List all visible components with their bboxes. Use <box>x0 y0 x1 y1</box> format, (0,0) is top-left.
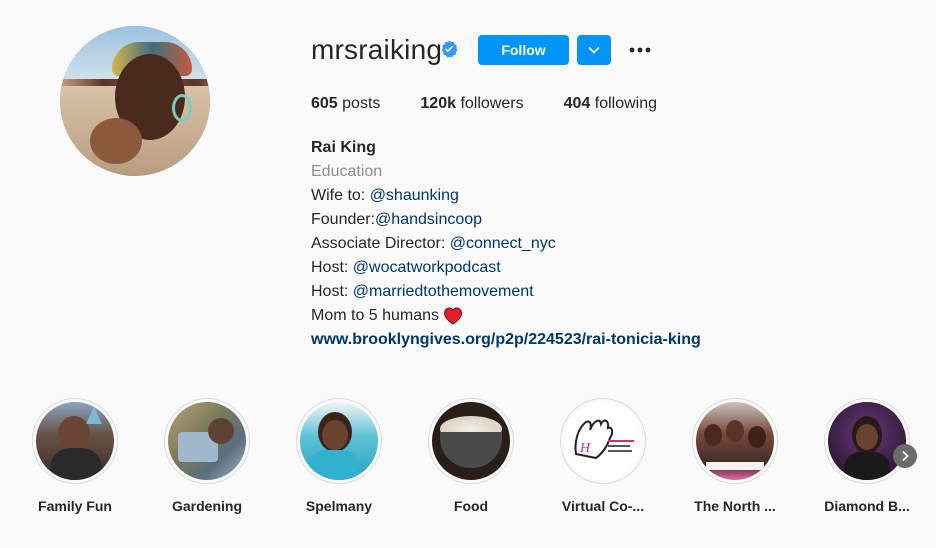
avatar-earring <box>172 94 192 122</box>
highlight-ring <box>824 398 910 484</box>
bio-line: Host: @wocatworkpodcast <box>311 256 701 280</box>
highlight-item[interactable]: Family Fun <box>10 398 140 514</box>
highlight-label: Food <box>453 498 489 514</box>
bio-line: Mom to 5 humans <box>311 304 701 328</box>
profile-avatar[interactable] <box>60 26 210 176</box>
bio-line: Wife to: @shaunking <box>311 184 701 208</box>
heart-emoji-icon <box>444 307 463 325</box>
posts-label: posts <box>342 95 381 112</box>
bio-line-text: Associate Director: <box>311 235 450 252</box>
highlight-cover-image: H <box>564 402 642 480</box>
chevron-down-icon <box>588 46 600 54</box>
bio-line: Associate Director: @connect_nyc <box>311 232 701 256</box>
highlight-ring <box>296 398 382 484</box>
mention-link[interactable]: @wocatworkpodcast <box>353 259 501 276</box>
bio-line-text: Host: <box>311 283 353 300</box>
followers-stat[interactable]: 120k followers <box>420 95 523 113</box>
verified-badge-icon <box>441 40 458 58</box>
highlight-label: Spelmany <box>305 498 373 514</box>
highlight-cover-image <box>696 402 774 480</box>
bio-line: Founder:@handsincoop <box>311 208 701 232</box>
highlights-next-button[interactable] <box>893 444 917 468</box>
highlight-cover-image <box>168 402 246 480</box>
followers-count: 120k <box>420 95 456 112</box>
profile-website-link[interactable]: www.brooklyngives.org/p2p/224523/rai-ton… <box>311 331 701 348</box>
profile-username: mrsraiking <box>311 34 443 65</box>
chevron-right-icon <box>902 450 909 462</box>
highlight-cover-image <box>36 402 114 480</box>
highlight-label: Family Fun <box>38 498 112 514</box>
posts-count: 605 <box>311 95 338 112</box>
profile-stats: 605 posts 120k followers 404 following <box>311 95 697 113</box>
followers-label: followers <box>460 95 524 112</box>
highlight-ring <box>428 398 514 484</box>
more-options-button[interactable] <box>627 40 653 60</box>
profile-full-name: Rai King <box>311 139 376 156</box>
highlight-label: Virtual Co-... <box>561 498 645 514</box>
highlight-item[interactable]: Food <box>406 398 536 514</box>
story-highlights: Family Fun Gardening Spelmany Food H Vir… <box>0 398 936 528</box>
bio-line-text: Wife to: <box>311 187 370 204</box>
highlight-label: The North ... <box>694 498 776 514</box>
highlight-item[interactable]: Spelmany <box>274 398 404 514</box>
highlight-item[interactable]: Gardening <box>142 398 272 514</box>
highlight-item[interactable]: The North ... <box>670 398 800 514</box>
hands-in-learning-logo-icon: H <box>574 419 634 460</box>
following-label: following <box>594 95 658 112</box>
bio-line-text: Mom to 5 humans <box>311 307 440 324</box>
highlight-ring <box>32 398 118 484</box>
bio-line-text: Founder: <box>311 211 376 228</box>
profile-category: Education <box>311 163 383 180</box>
highlight-cover-image <box>300 402 378 480</box>
highlight-cover-image <box>828 402 906 480</box>
bio-line: Host: @marriedtothemovement <box>311 280 701 304</box>
mention-link[interactable]: @handsincoop <box>375 211 482 228</box>
highlight-ring: H <box>560 398 646 484</box>
following-stat[interactable]: 404 following <box>564 95 657 113</box>
profile-bio: Rai King Education Wife to: @shaunking F… <box>311 136 701 352</box>
svg-text:H: H <box>579 441 591 456</box>
following-count: 404 <box>563 95 591 112</box>
mention-link[interactable]: @marriedtothemovement <box>353 283 534 300</box>
more-options-icon <box>629 47 651 53</box>
bio-line-text: Host: <box>311 259 353 276</box>
highlight-label: Diamond B... <box>824 498 910 514</box>
highlight-ring <box>164 398 250 484</box>
avatar-puppy <box>90 118 142 164</box>
highlight-ring <box>692 398 778 484</box>
mention-link[interactable]: @connect_nyc <box>450 235 556 252</box>
highlight-label: Gardening <box>171 498 242 514</box>
highlight-item[interactable]: H Virtual Co-... <box>538 398 668 514</box>
highlight-cover-image <box>432 402 510 480</box>
follow-button[interactable]: Follow <box>478 35 569 65</box>
suggested-accounts-dropdown-button[interactable] <box>577 35 611 65</box>
mention-link[interactable]: @shaunking <box>370 187 459 204</box>
posts-stat: 605 posts <box>311 95 380 113</box>
